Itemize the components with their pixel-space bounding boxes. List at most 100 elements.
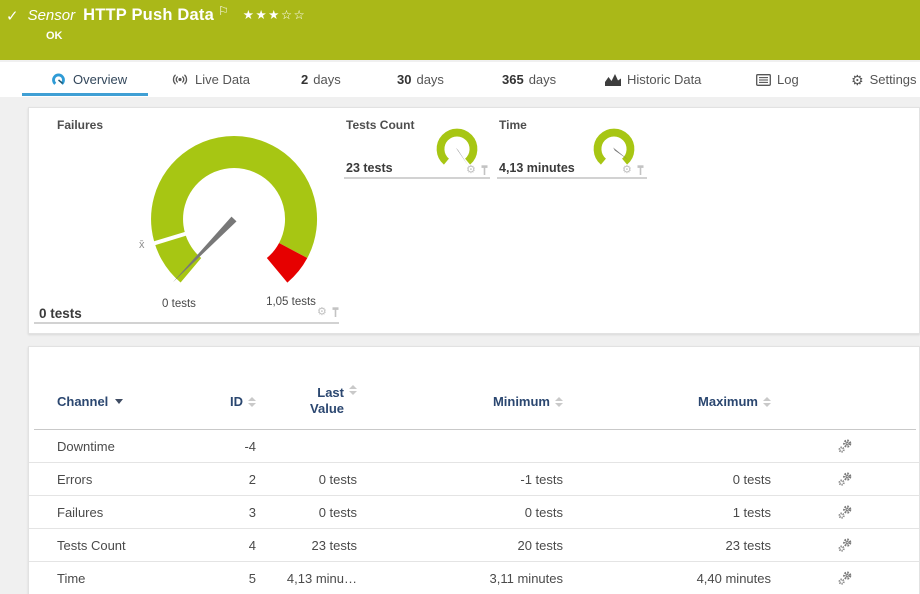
column-header-maximum[interactable]: Maximum [563, 394, 771, 409]
column-header-channel[interactable]: Channel [57, 394, 207, 409]
channel-name[interactable]: Errors [57, 472, 207, 487]
settings-gear-icon: ⚙ [851, 73, 864, 87]
channel-maximum: 0 tests [563, 472, 771, 487]
pin-icon[interactable] [480, 165, 489, 176]
channel-maximum: 23 tests [563, 538, 771, 553]
channel-last-value: 23 tests [256, 538, 357, 553]
channel-maximum: 1 tests [563, 505, 771, 520]
table-row[interactable]: Failures 3 0 tests 0 tests 1 tests [29, 496, 919, 529]
channel-last-value: 4,13 minu… [256, 571, 357, 586]
tests-count-current-value: 23 tests [346, 161, 393, 175]
pin-icon[interactable] [636, 165, 645, 176]
tab-log-label: Log [777, 72, 799, 87]
table-header-row: Channel ID Last Value Minimum Maximum [29, 385, 919, 418]
priority-stars[interactable]: ★★★☆☆ [243, 7, 307, 22]
tile-divider [34, 322, 339, 324]
sort-icon [349, 385, 357, 395]
tab-settings[interactable]: ⚙ Settings [851, 62, 917, 97]
tab-settings-label: Settings [870, 72, 917, 87]
channel-minimum: 20 tests [357, 538, 563, 553]
column-header-last-value[interactable]: Last Value [256, 385, 357, 418]
tile-gear-icon[interactable]: ⚙ [622, 165, 632, 176]
channel-settings-gears-icon[interactable] [837, 438, 853, 454]
tile-divider [344, 177, 490, 179]
average-marker-label: x̄ [139, 239, 145, 251]
tab-2-days-label: days [313, 72, 340, 87]
table-row[interactable]: Tests Count 4 23 tests 20 tests 23 tests [29, 529, 919, 562]
tab-30-days-label: days [416, 72, 443, 87]
sensor-type-label: Sensor [28, 7, 76, 24]
time-gauge-title: Time [499, 118, 527, 132]
flag-icon[interactable]: ⚐ [218, 4, 229, 18]
channel-maximum: 4,40 minutes [563, 571, 771, 586]
failures-gauge [146, 131, 322, 307]
gauge-icon [50, 72, 67, 87]
channel-last-value: 0 tests [256, 505, 357, 520]
table-row[interactable]: Downtime -4 [29, 430, 919, 463]
tab-30-days[interactable]: 30 days [397, 62, 444, 97]
live-data-icon [171, 73, 189, 86]
tab-2-days[interactable]: 2 days [301, 62, 341, 97]
tab-30-days-number: 30 [397, 72, 411, 87]
tab-live-data[interactable]: Live Data [171, 62, 250, 97]
table-body: Downtime -4 Errors 2 0 tests -1 tests 0 … [29, 430, 919, 594]
sensor-title: HTTP Push Data [83, 6, 214, 25]
channel-name[interactable]: Failures [57, 505, 207, 520]
channel-settings-gears-icon[interactable] [837, 471, 853, 487]
sort-icon [555, 397, 563, 407]
channel-name[interactable]: Downtime [57, 439, 207, 454]
sort-icon [248, 397, 256, 407]
tab-overview-label: Overview [73, 72, 127, 87]
tab-2-days-number: 2 [301, 72, 308, 87]
tile-gear-icon[interactable]: ⚙ [466, 165, 476, 176]
channel-name[interactable]: Time [57, 571, 207, 586]
channel-settings-gears-icon[interactable] [837, 504, 853, 520]
tile-divider [497, 177, 647, 179]
tests-count-gauge-title: Tests Count [346, 118, 414, 132]
tab-overview[interactable]: Overview [50, 62, 127, 97]
channel-name[interactable]: Tests Count [57, 538, 207, 553]
sort-icon [763, 397, 771, 407]
channel-last-value: 0 tests [256, 472, 357, 487]
column-header-id[interactable]: ID [207, 394, 256, 409]
tab-bar: Overview Live Data 2 days 30 days 365 da… [0, 62, 920, 97]
channel-id: 4 [207, 538, 256, 553]
gauges-panel: Failures x̄ 0 tests 1,05 tests 0 tests ⚙… [28, 107, 920, 334]
gauge-scale-min: 0 tests [149, 298, 209, 310]
channel-minimum: -1 tests [357, 472, 563, 487]
status-badge: OK [46, 30, 63, 42]
tests-count-tile-controls: ⚙ [466, 165, 489, 176]
tab-live-data-label: Live Data [195, 72, 250, 87]
channel-settings-gears-icon[interactable] [837, 570, 853, 586]
channel-id: -4 [207, 439, 256, 454]
channel-minimum: 3,11 minutes [357, 571, 563, 586]
tab-365-days[interactable]: 365 days [502, 62, 556, 97]
column-header-minimum[interactable]: Minimum [357, 394, 563, 409]
tab-historic-data[interactable]: Historic Data [605, 62, 701, 97]
status-check-icon: ✓ [6, 7, 19, 25]
sensor-header: ✓ Sensor HTTP Push Data ⚐ ★★★☆☆ OK [0, 0, 920, 60]
gauge-scale-max: 1,05 tests [256, 296, 326, 308]
failures-current-value: 0 tests [39, 306, 82, 321]
failures-tile-controls: ⚙ [317, 307, 340, 318]
channel-minimum: 0 tests [357, 505, 563, 520]
active-tab-underline [22, 93, 148, 96]
channel-id: 5 [207, 571, 256, 586]
channel-id: 3 [207, 505, 256, 520]
time-tile-controls: ⚙ [622, 165, 645, 176]
tab-historic-data-label: Historic Data [627, 72, 701, 87]
channel-table-panel: Channel ID Last Value Minimum Maximum Do… [28, 346, 920, 594]
pin-icon[interactable] [331, 307, 340, 318]
channel-settings-gears-icon[interactable] [837, 537, 853, 553]
table-row[interactable]: Time 5 4,13 minu… 3,11 minutes 4,40 minu… [29, 562, 919, 594]
historic-chart-icon [605, 73, 621, 86]
failures-gauge-title: Failures [57, 118, 103, 132]
tab-365-days-label: days [529, 72, 556, 87]
tile-gear-icon[interactable]: ⚙ [317, 307, 327, 318]
table-row[interactable]: Errors 2 0 tests -1 tests 0 tests [29, 463, 919, 496]
sort-desc-icon [115, 399, 123, 404]
time-current-value: 4,13 minutes [499, 161, 575, 175]
tab-365-days-number: 365 [502, 72, 524, 87]
channel-id: 2 [207, 472, 256, 487]
tab-log[interactable]: Log [756, 62, 799, 97]
